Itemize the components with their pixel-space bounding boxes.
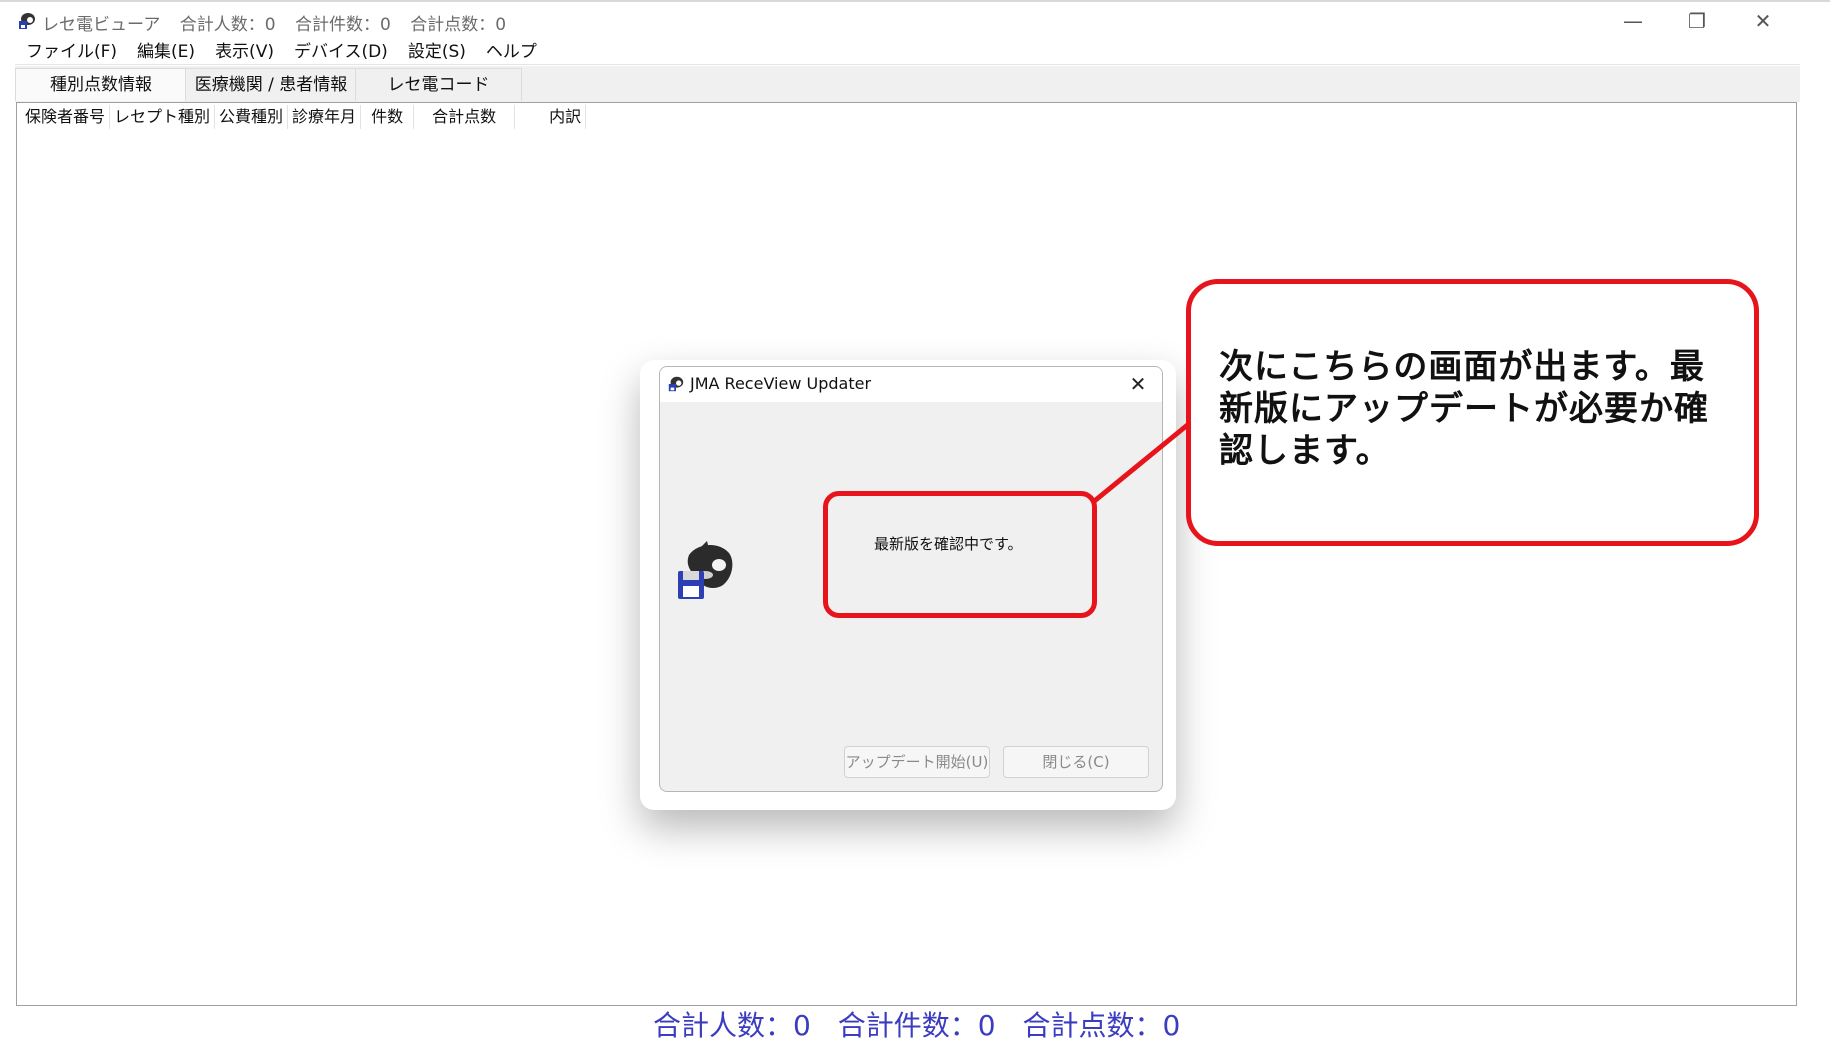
tab-institution-patient[interactable]: 医療機関 / 患者情報 bbox=[185, 68, 357, 101]
status-summary: 合計人数：0 合計件数：0 合計点数：0 bbox=[653, 1004, 1198, 1048]
close-button[interactable]: ✕ bbox=[1740, 6, 1786, 36]
column-treatment-month[interactable]: 診療年月 bbox=[288, 105, 362, 129]
menu-divider bbox=[15, 64, 1800, 65]
title-total-points: 合計点数：0 bbox=[410, 15, 507, 35]
dialog-title-bar: JMA ReceView Updater ✕ bbox=[660, 367, 1162, 402]
menu-file[interactable]: ファイル(F) bbox=[16, 38, 127, 66]
app-icon bbox=[668, 376, 684, 392]
column-breakdown[interactable]: 内訳 bbox=[515, 105, 587, 129]
maximize-button[interactable]: ❐ bbox=[1674, 6, 1720, 36]
message-highlight-box bbox=[823, 491, 1097, 618]
menu-edit[interactable]: 編集(E) bbox=[127, 38, 205, 66]
column-receipt-type[interactable]: レセプト種別 bbox=[110, 105, 216, 129]
column-headers: 保険者番号 レセプト種別 公費種別 診療年月 件数 合計点数 内訳 bbox=[21, 105, 587, 129]
dialog-title: JMA ReceView Updater bbox=[690, 374, 872, 393]
start-update-button[interactable]: アップデート開始(U) bbox=[844, 746, 990, 778]
annotation-callout: 次にこちらの画面が出ます。最新版にアップデートが必要か確認します。 bbox=[1186, 279, 1759, 546]
menu-help[interactable]: ヘルプ bbox=[476, 38, 547, 66]
column-public-expense-type[interactable]: 公費種別 bbox=[215, 105, 289, 129]
tab-category-points[interactable]: 種別点数情報 bbox=[15, 68, 187, 101]
window-title: レセ電ビューア 合計人数：0 合計件数：0 合計点数：0 bbox=[42, 10, 520, 35]
tab-strip: 種別点数情報 医療機関 / 患者情報 レセ電コード bbox=[15, 66, 1800, 102]
app-icon bbox=[19, 13, 35, 29]
column-total-points[interactable]: 合計点数 bbox=[414, 105, 516, 129]
dialog-close-action-button[interactable]: 閉じる(C) bbox=[1003, 746, 1149, 778]
menu-device[interactable]: デバイス(D) bbox=[284, 38, 398, 66]
orca-floppy-icon bbox=[678, 541, 733, 599]
dialog-close-button[interactable]: ✕ bbox=[1118, 369, 1158, 399]
tab-receden-code[interactable]: レセ電コード bbox=[355, 68, 522, 101]
title-total-people: 合計人数：0 bbox=[179, 15, 276, 35]
menu-view[interactable]: 表示(V) bbox=[205, 38, 284, 66]
menu-settings[interactable]: 設定(S) bbox=[398, 38, 476, 66]
column-insurer-number[interactable]: 保険者番号 bbox=[21, 105, 111, 129]
menu-bar: ファイル(F) 編集(E) 表示(V) デバイス(D) 設定(S) ヘルプ bbox=[16, 38, 547, 66]
title-total-cases: 合計件数：0 bbox=[294, 15, 391, 35]
annotation-text: 次にこちらの画面が出ます。最新版にアップデートが必要か確認します。 bbox=[1219, 347, 1709, 471]
status-total-people: 合計人数：0 bbox=[653, 1009, 811, 1042]
status-total-cases: 合計件数：0 bbox=[837, 1009, 996, 1042]
status-total-points: 合計点数：0 bbox=[1022, 1009, 1181, 1042]
minimize-button[interactable]: — bbox=[1610, 6, 1656, 36]
column-count[interactable]: 件数 bbox=[361, 105, 415, 129]
window-title-text: レセ電ビューア bbox=[42, 15, 161, 35]
title-bar: レセ電ビューア 合計人数：0 合計件数：0 合計点数：0 — ❐ ✕ bbox=[0, 2, 1800, 38]
